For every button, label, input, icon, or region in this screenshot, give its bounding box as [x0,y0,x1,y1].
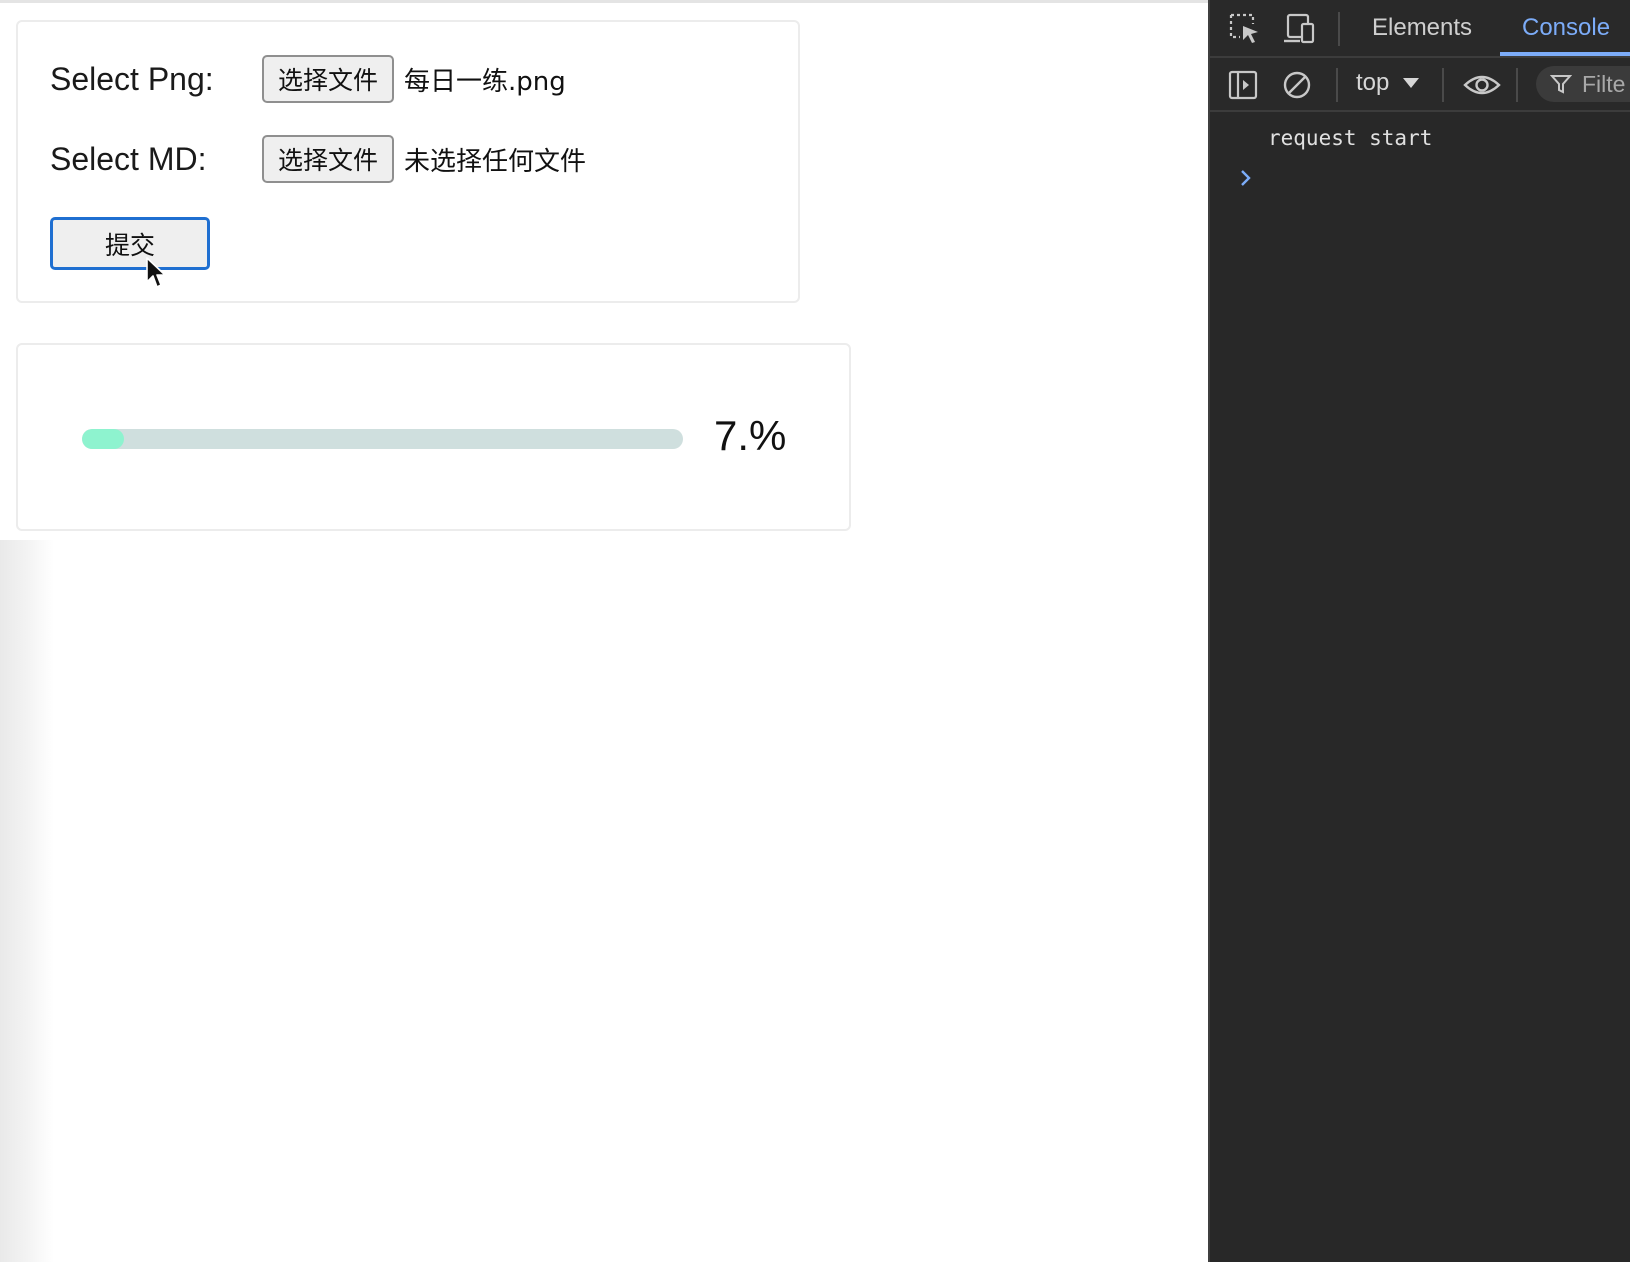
live-expression-eye-icon[interactable] [1462,68,1502,102]
md-label: Select MD: [50,140,207,177]
console-toolbar: top Filte [1210,58,1630,112]
devtools-tabbar: Elements Console [1210,0,1630,58]
png-label: Select Png: [50,60,214,97]
caret-down-icon [1403,78,1420,88]
progress-track [82,429,683,449]
context-selector[interactable]: top [1356,69,1420,97]
filter-placeholder: Filte [1582,70,1626,97]
devtools-panel: Elements Console top Filte request start [1208,0,1630,1262]
inspect-element-icon[interactable] [1228,12,1262,46]
upload-form-card: Select Png: 选择文件 每日一练.png Select MD: 选择文… [16,20,800,303]
console-log-message: request start [1268,126,1433,150]
png-row: Select Png: 选择文件 每日一练.png [50,54,566,104]
png-file-name: 每日一练.png [404,66,566,97]
png-file-button[interactable]: 选择文件 [262,55,395,103]
progress-card: 7.% [16,343,851,531]
progress-percent: 7.% [714,412,787,459]
mouse-cursor-icon [146,257,166,288]
left-shadow [0,540,54,1262]
device-toolbar-icon[interactable] [1282,12,1316,46]
console-prompt-chevron-icon[interactable] [1236,166,1256,190]
filter-input[interactable]: Filte [1536,66,1630,102]
page-viewport: Select Png: 选择文件 每日一练.png Select MD: 选择文… [0,0,1208,1262]
tab-elements[interactable]: Elements [1372,14,1472,42]
md-row: Select MD: 选择文件 未选择任何文件 [50,134,586,184]
tabbar-separator [1338,12,1340,46]
top-border [0,0,1208,3]
md-file-button[interactable]: 选择文件 [262,135,395,183]
tab-console[interactable]: Console [1522,14,1610,42]
toolbar-separator [1516,68,1518,102]
toolbar-separator [1442,68,1444,102]
toolbar-separator [1336,68,1338,102]
filter-icon [1550,75,1572,94]
show-sidebar-icon[interactable] [1226,68,1260,102]
md-file-name: 未选择任何文件 [404,146,587,177]
progress-fill [82,429,125,449]
context-label: top [1356,69,1390,96]
active-tab-indicator [1500,52,1630,56]
submit-button[interactable]: 提交 [50,217,210,270]
clear-console-icon[interactable] [1280,68,1314,102]
